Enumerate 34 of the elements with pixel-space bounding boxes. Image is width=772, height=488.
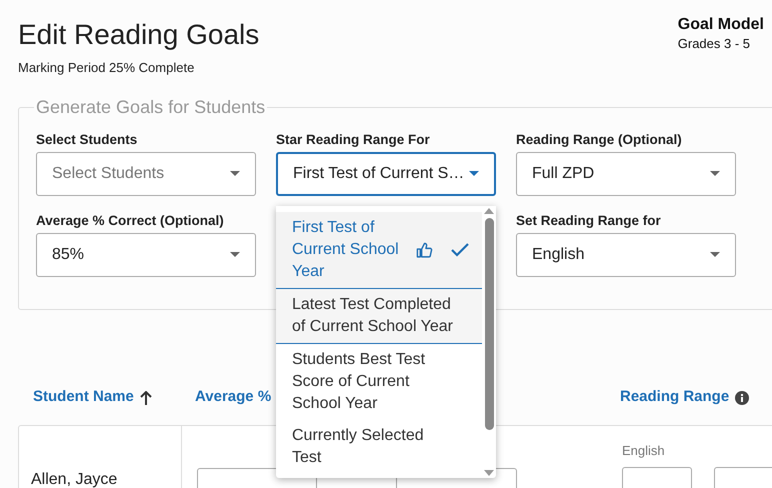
goal-model-value: Grades 3 - 5 [678,35,752,53]
marking-period-text: Marking Period 25% Complete [18,59,196,77]
column-header[interactable]: Reading Range [620,386,730,409]
field-label: Star Reading Range For [276,130,431,148]
caret-icon [469,171,479,176]
check-icon [451,243,469,257]
field-label: Average % Correct (Optional) [36,212,225,230]
scrollbar[interactable] [482,206,496,478]
panel-legend: Generate Goals for Students [34,94,268,120]
dropdown-option[interactable]: Latest Test Completed of Current School Year [276,289,482,344]
caret-icon [710,171,720,176]
select-field[interactable]: First Test of Current S… [276,152,496,196]
select-field[interactable]: English [516,232,736,276]
dropdown-option[interactable]: Students Best Test Score of Current School Year [276,344,482,420]
goal-model-label: Goal Model [678,16,764,34]
caret-icon [230,252,240,257]
scroll-up-icon[interactable] [484,208,494,214]
caret-icon [230,171,240,176]
info-icon[interactable] [735,390,750,404]
caret-icon [710,252,720,257]
range-language-label: English [622,442,666,458]
column-header[interactable]: Average % [195,386,272,409]
column-header[interactable]: Student Name [33,386,134,409]
select-field[interactable]: 85% [36,232,256,276]
page-title: Edit Reading Goals [18,18,260,52]
field-label: Set Reading Range for [516,212,662,230]
scroll-down-icon[interactable] [484,470,494,476]
dropdown-option[interactable]: First Test of Current School Year [276,212,482,289]
select-field[interactable]: Select Students [36,152,256,196]
select-field[interactable]: Full ZPD [516,152,736,196]
field-label: Select Students [36,130,138,148]
dropdown-option[interactable]: Currently Selected Test [276,420,482,474]
field-label: Reading Range (Optional) [516,130,683,148]
student-name: Allen, Jayce [31,470,118,488]
